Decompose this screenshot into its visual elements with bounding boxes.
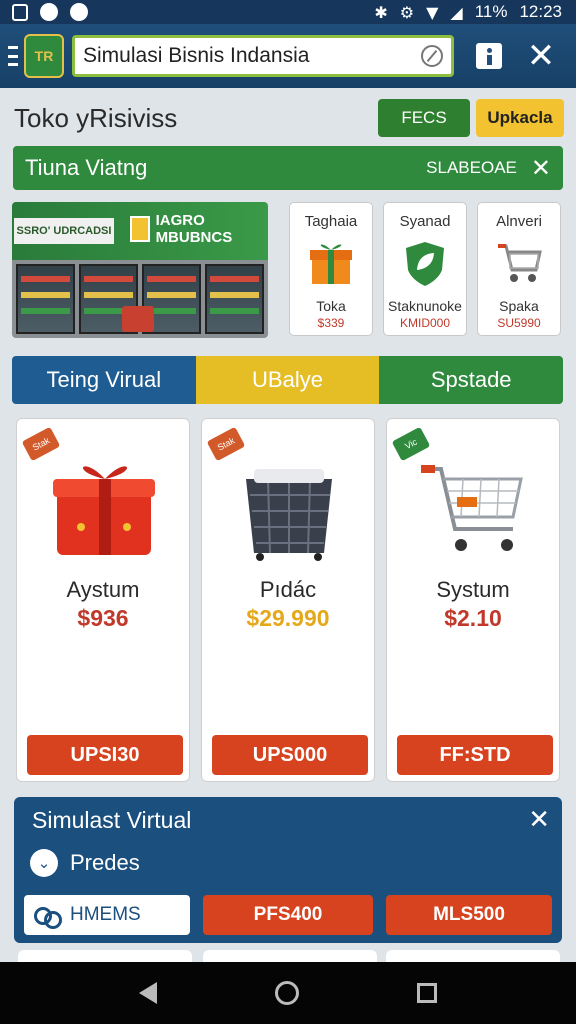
product-card-cart[interactable]: Vic Systum $2.10 FF:STD	[386, 418, 560, 782]
product-buy-button[interactable]: UPS000	[212, 735, 368, 775]
gift-box-icon	[310, 244, 352, 284]
mini-card-price: KMID000	[399, 316, 451, 330]
panel-subtitle: Predes	[70, 850, 140, 875]
mini-card-header: Syanad	[399, 213, 451, 230]
product-card-basket[interactable]: Stak Pıdác $29.990 UPS000	[201, 418, 375, 782]
mini-card-header: Alnveri	[496, 213, 542, 230]
mini-card-price: SU5990	[497, 316, 541, 330]
shopping-cart-icon	[421, 465, 523, 551]
shopping-cart-icon	[498, 244, 542, 282]
next-card-peek	[386, 950, 560, 962]
bluetooth-icon: ✱	[374, 2, 388, 22]
compass-icon[interactable]	[421, 45, 443, 67]
app-logo: TR	[24, 34, 64, 78]
settings-icon: ⚙	[399, 2, 415, 22]
page-title: Toko yRisiviss	[14, 102, 178, 133]
page-header: Toko yRisiviss FECS Upkacla	[14, 98, 564, 138]
red-gift-box-icon	[53, 466, 155, 555]
fecs-button[interactable]: FECS	[378, 99, 470, 137]
store-logo-icon	[130, 216, 150, 242]
wifi-icon: ▼	[426, 2, 439, 22]
mini-card-gift[interactable]: Taghaia Toka $339	[289, 202, 373, 336]
signal-icon: ◢	[450, 2, 463, 22]
system-nav-bar	[0, 962, 576, 1024]
close-app-button[interactable]: ✕	[524, 39, 558, 73]
mini-card-price: $339	[317, 316, 345, 330]
chair-icon	[122, 306, 154, 332]
hmems-label: HMEMS	[70, 904, 141, 925]
search-input[interactable]: Simulasi Bisnis Indansia	[72, 35, 454, 77]
storefront-sign-text: IAGRO MBUBNCS	[155, 212, 233, 246]
tab-ubalye[interactable]: UBalye	[195, 356, 380, 404]
tab-teing-virual[interactable]: Teing Virual	[12, 356, 196, 404]
notification-icon	[70, 3, 88, 21]
panel-subtitle-row[interactable]: ⌄ Predes	[30, 849, 140, 877]
back-icon[interactable]	[139, 982, 157, 1004]
recents-icon[interactable]	[417, 983, 437, 1003]
chevron-down-icon[interactable]: ⌄	[30, 849, 58, 877]
people-icon	[34, 905, 62, 929]
storefront-sign-left: SSRO' UDRCADSI	[14, 218, 114, 244]
panel-title: Simulast Virtual	[32, 807, 192, 833]
status-right: ✱ ⚙ ▼ ◢ 11% 12:23	[374, 2, 562, 22]
pfs400-button[interactable]: PFS400	[203, 895, 373, 935]
mini-card-shield[interactable]: Syanad Staknunoke KMID000	[383, 202, 467, 336]
product-buy-button[interactable]: FF:STD	[397, 735, 553, 775]
battery-level: 11%	[474, 2, 508, 21]
mini-card-cart[interactable]: Alnveri Spaka SU5990	[477, 202, 561, 336]
clock-icon	[40, 3, 58, 21]
status-left	[12, 3, 88, 21]
product-buy-button[interactable]: UPSI30	[27, 735, 183, 775]
product-name: Systum	[436, 577, 510, 602]
info-button[interactable]	[476, 43, 502, 69]
next-card-peek	[18, 950, 192, 962]
hmems-button[interactable]: HMEMS	[24, 895, 190, 935]
product-name: Pıdác	[259, 577, 317, 602]
promo-banner: Tiuna Viatng SLABEOAE ✕	[13, 146, 563, 190]
storefront-sign-right: IAGRO MBUBNCS	[124, 212, 268, 246]
menu-icon[interactable]	[8, 46, 18, 66]
app-bar: TR Simulasi Bisnis Indansia ✕	[0, 24, 576, 88]
product-name: Aystum	[66, 577, 140, 602]
mls500-button[interactable]: MLS500	[386, 895, 552, 935]
product-price: $2.10	[444, 605, 502, 631]
banner-close-icon[interactable]: ✕	[531, 154, 551, 182]
status-bar: ✱ ⚙ ▼ ◢ 11% 12:23	[0, 0, 576, 24]
download-icon	[12, 3, 28, 21]
mini-card-name: Toka	[316, 298, 346, 314]
store-window	[205, 264, 264, 334]
product-price: $936	[77, 605, 129, 631]
mini-card-header: Taghaia	[304, 213, 358, 230]
mini-card-name: Spaka	[499, 298, 539, 314]
mini-card-name: Staknunoke	[388, 298, 462, 314]
home-icon[interactable]	[275, 981, 299, 1005]
next-card-peek	[203, 950, 377, 962]
tab-spstade[interactable]: Spstade	[379, 356, 563, 404]
category-tabs: Teing Virual UBalye Spstade	[12, 356, 563, 404]
search-value[interactable]: Simulasi Bisnis Indansia	[83, 44, 421, 68]
banner-code[interactable]: SLABEOAE	[426, 158, 517, 178]
product-card-gift[interactable]: Stak Aystum $936 UPSI30	[16, 418, 190, 782]
storefront-image: SSRO' UDRCADSI IAGRO MBUBNCS	[12, 202, 268, 338]
banner-title: Tiuna Viatng	[25, 155, 148, 180]
panel-close-icon[interactable]: ✕	[528, 805, 550, 835]
basket-icon	[246, 469, 332, 561]
simulation-panel: Simulast Virtual ✕ ⌄ Predes HMEMS PFS400…	[14, 797, 562, 943]
status-time: 12:23	[519, 2, 562, 21]
leaf-shield-icon	[406, 242, 444, 286]
upkacla-button[interactable]: Upkacla	[476, 99, 564, 137]
store-window	[16, 264, 75, 334]
product-price: $29.990	[246, 605, 330, 631]
